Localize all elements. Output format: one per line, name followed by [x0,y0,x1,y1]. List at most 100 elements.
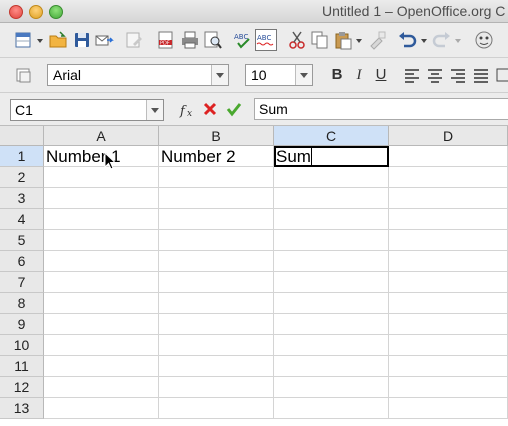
styles-icon[interactable] [14,65,34,85]
cell-d4[interactable] [389,209,508,230]
cell-a7[interactable] [44,272,159,293]
cell-d11[interactable] [389,356,508,377]
page-preview-icon[interactable] [203,30,223,50]
cell-b5[interactable] [159,230,274,251]
chevron-down-icon[interactable] [295,65,312,85]
new-document-icon[interactable] [14,30,34,50]
align-center-icon[interactable] [427,66,443,84]
row-header-7[interactable]: 7 [0,272,44,293]
paste-icon[interactable] [333,30,353,50]
minimize-window-button[interactable] [29,5,43,19]
open-folder-icon[interactable] [48,30,68,50]
merge-cells-icon[interactable] [496,66,508,84]
cell-d1[interactable] [389,146,508,167]
row-header-6[interactable]: 6 [0,251,44,272]
autospellcheck-icon[interactable]: ABC [255,29,277,51]
chevron-down-icon[interactable] [211,65,228,85]
chevron-down-icon[interactable] [36,30,44,50]
cell-d6[interactable] [389,251,508,272]
cell-a11[interactable] [44,356,159,377]
chevron-down-icon[interactable] [146,100,163,120]
cell-a13[interactable] [44,398,159,419]
column-header-b[interactable]: B [159,126,274,146]
zoom-window-button[interactable] [49,5,63,19]
cell-b11[interactable] [159,356,274,377]
chevron-down-icon[interactable] [454,30,462,50]
font-name-combobox[interactable]: Arial [47,64,229,86]
cell-a2[interactable] [44,167,159,188]
cell-b13[interactable] [159,398,274,419]
row-header-11[interactable]: 11 [0,356,44,377]
row-header-12[interactable]: 12 [0,377,44,398]
row-header-9[interactable]: 9 [0,314,44,335]
row-header-1[interactable]: 1 [0,146,44,167]
row-header-4[interactable]: 4 [0,209,44,230]
email-icon[interactable] [94,30,114,50]
cell-c1[interactable]: Sum [274,146,389,167]
copy-icon[interactable] [310,30,330,50]
cell-d7[interactable] [389,272,508,293]
spreadsheet-grid[interactable]: A B C D 1 Number 1 Number 2 Sum 2 3 4 5 6 7 8 9 10 11 12 13 [0,126,508,426]
clone-format-icon[interactable] [367,30,387,50]
justify-icon[interactable] [473,66,489,84]
cell-a10[interactable] [44,335,159,356]
undo-icon[interactable] [397,30,417,50]
cell-b2[interactable] [159,167,274,188]
cell-a4[interactable] [44,209,159,230]
cell-d12[interactable] [389,377,508,398]
redo-icon[interactable] [432,30,452,50]
cell-c5[interactable] [274,230,389,251]
font-size-combobox[interactable]: 10 [245,64,313,86]
chevron-down-icon[interactable] [355,30,363,50]
cell-a3[interactable] [44,188,159,209]
cell-b3[interactable] [159,188,274,209]
cell-a5[interactable] [44,230,159,251]
row-header-10[interactable]: 10 [0,335,44,356]
column-header-c[interactable]: C [274,126,389,146]
formula-input[interactable]: Sum [254,98,508,120]
cell-c2[interactable] [274,167,389,188]
cell-c10[interactable] [274,335,389,356]
cell-c11[interactable] [274,356,389,377]
cell-d2[interactable] [389,167,508,188]
pdf-export-icon[interactable]: PDF [156,30,176,50]
cell-c6[interactable] [274,251,389,272]
align-left-icon[interactable] [404,66,420,84]
row-header-5[interactable]: 5 [0,230,44,251]
cell-a8[interactable] [44,293,159,314]
row-header-13[interactable]: 13 [0,398,44,419]
spellcheck-icon[interactable]: ABC [233,30,253,50]
cell-d13[interactable] [389,398,508,419]
align-right-icon[interactable] [450,66,466,84]
column-header-d[interactable]: D [389,126,508,146]
save-icon[interactable] [72,30,92,50]
cell-d5[interactable] [389,230,508,251]
close-window-button[interactable] [9,5,23,19]
cell-a1[interactable]: Number 1 [44,146,159,167]
cell-b7[interactable] [159,272,274,293]
cell-c3[interactable] [274,188,389,209]
cell-b12[interactable] [159,377,274,398]
chevron-down-icon[interactable] [420,30,428,50]
cell-b8[interactable] [159,293,274,314]
bold-button[interactable]: B [327,64,347,86]
cut-icon[interactable] [287,30,307,50]
cell-c8[interactable] [274,293,389,314]
navigator-icon[interactable] [474,30,494,50]
cell-a6[interactable] [44,251,159,272]
row-header-8[interactable]: 8 [0,293,44,314]
italic-button[interactable]: I [349,64,369,86]
cell-b1[interactable]: Number 2 [159,146,274,167]
cell-a12[interactable] [44,377,159,398]
cell-a9[interactable] [44,314,159,335]
cell-b9[interactable] [159,314,274,335]
cell-b4[interactable] [159,209,274,230]
accept-icon[interactable] [226,101,242,117]
cell-d8[interactable] [389,293,508,314]
cell-b6[interactable] [159,251,274,272]
cell-c7[interactable] [274,272,389,293]
cell-d9[interactable] [389,314,508,335]
select-all-corner[interactable] [0,126,44,146]
row-header-3[interactable]: 3 [0,188,44,209]
row-header-2[interactable]: 2 [0,167,44,188]
